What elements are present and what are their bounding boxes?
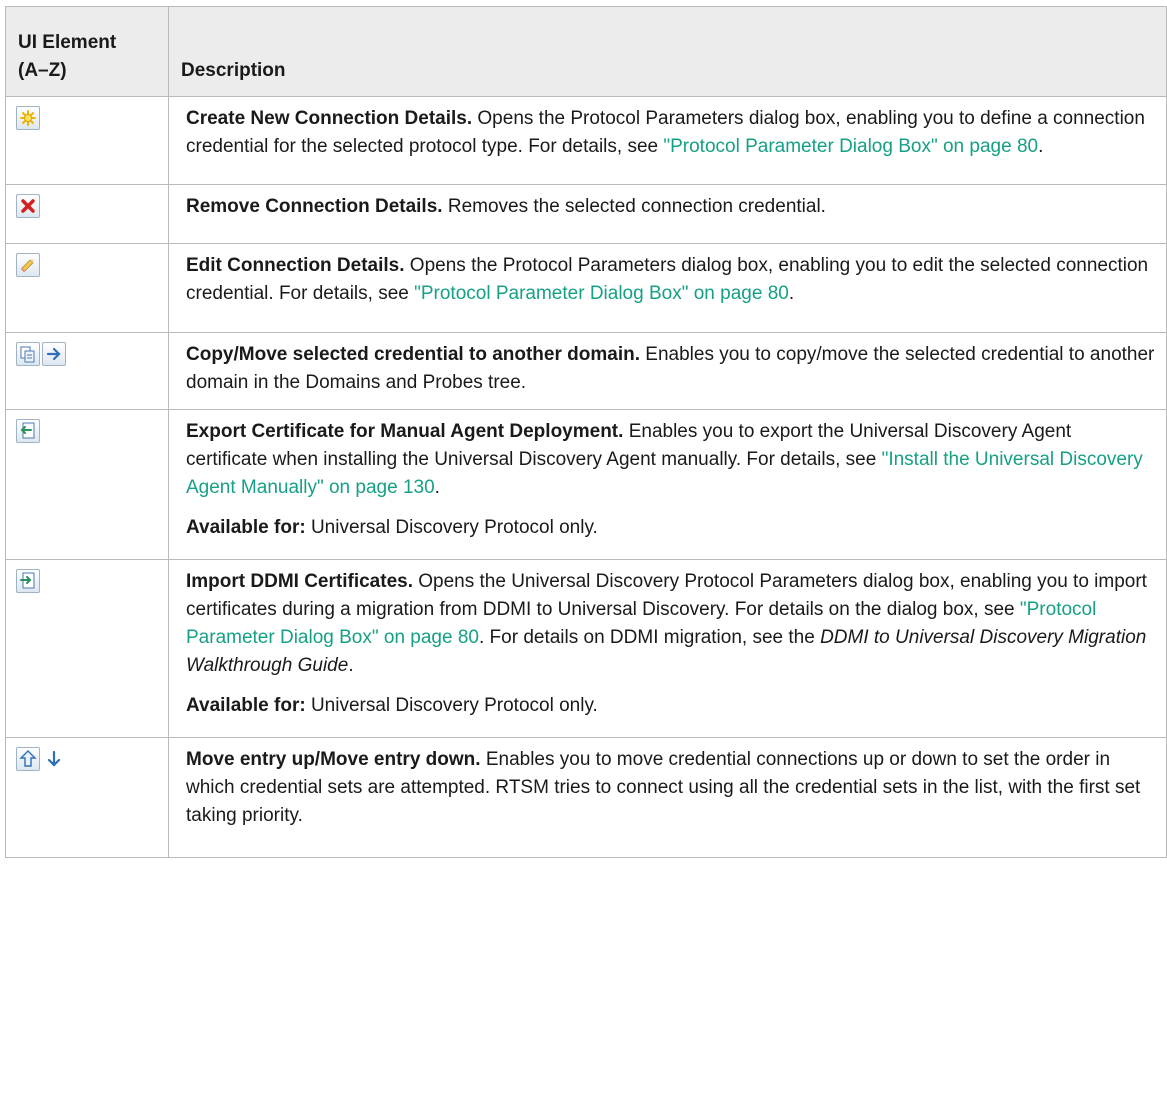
table-header-row: UI Element (A–Z) Description	[5, 6, 1167, 97]
remove-x-icon[interactable]	[16, 194, 40, 218]
row-description: Copy/Move selected credential to another…	[168, 332, 1167, 410]
table-row: Import DDMI Certificates. Opens the Univ…	[5, 559, 1167, 738]
new-sparkle-icon[interactable]	[16, 106, 40, 130]
move-down-icon[interactable]	[42, 747, 66, 771]
move-up-icon[interactable]	[16, 747, 40, 771]
copy-icon[interactable]	[16, 342, 40, 366]
table-row: Create New Connection Details. Opens the…	[5, 96, 1167, 185]
row-description: Move entry up/Move entry down. Enables y…	[168, 737, 1167, 858]
row-description: Import DDMI Certificates. Opens the Univ…	[168, 559, 1167, 738]
row-description: Remove Connection Details. Removes the s…	[168, 184, 1167, 244]
header-ui-element: UI Element (A–Z)	[5, 6, 169, 97]
table-row: Remove Connection Details. Removes the s…	[5, 184, 1167, 244]
table-row: Copy/Move selected credential to another…	[5, 332, 1167, 410]
edit-pencil-icon[interactable]	[16, 253, 40, 277]
table-row: Export Certificate for Manual Agent Depl…	[5, 409, 1167, 560]
row-description: Export Certificate for Manual Agent Depl…	[168, 409, 1167, 560]
table-row: Edit Connection Details. Opens the Proto…	[5, 243, 1167, 333]
protocol-parameter-link[interactable]: "Protocol Parameter Dialog Box" on page …	[663, 136, 1038, 157]
move-arrow-icon[interactable]	[42, 342, 66, 366]
table-row: Move entry up/Move entry down. Enables y…	[5, 737, 1167, 858]
row-description: Create New Connection Details. Opens the…	[168, 96, 1167, 185]
ui-elements-table: UI Element (A–Z) Description Create New C…	[5, 6, 1167, 858]
row-description: Edit Connection Details. Opens the Proto…	[168, 243, 1167, 333]
export-certificate-icon[interactable]	[16, 419, 40, 443]
header-description: Description	[168, 6, 1167, 97]
protocol-parameter-link[interactable]: "Protocol Parameter Dialog Box" on page …	[414, 283, 789, 304]
import-certificate-icon[interactable]	[16, 569, 40, 593]
